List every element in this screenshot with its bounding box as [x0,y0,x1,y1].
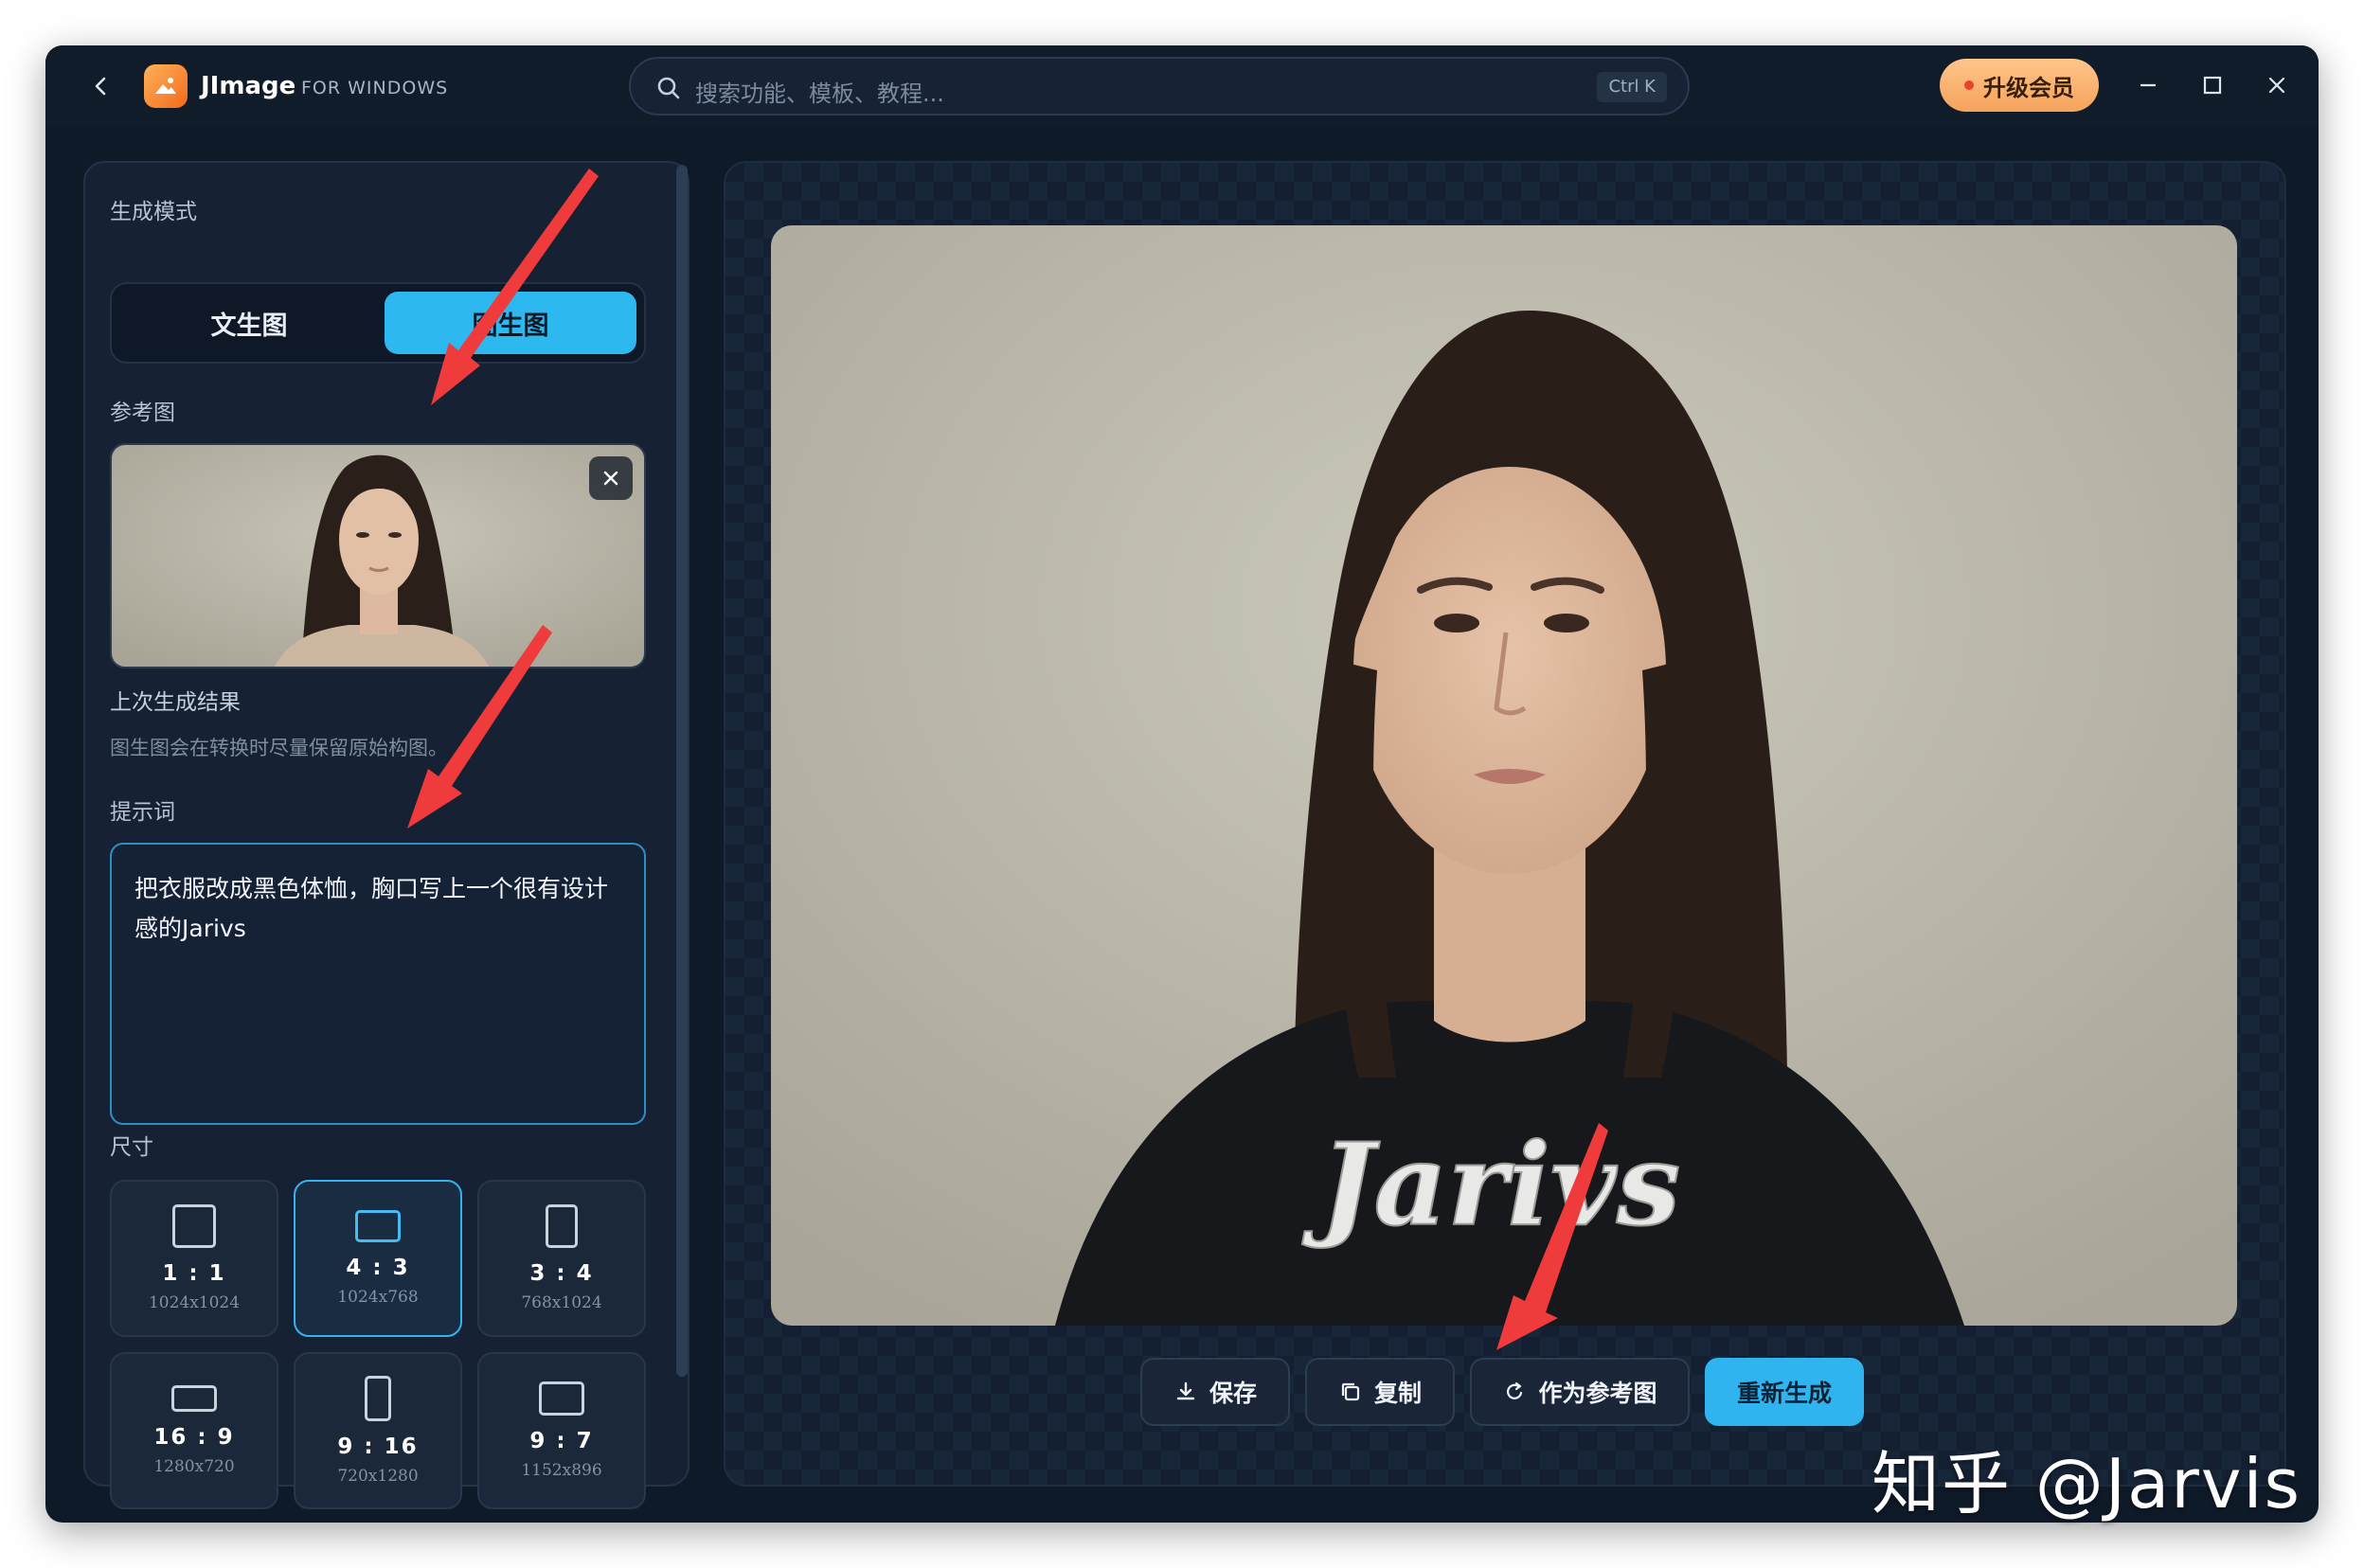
watermark: 知乎 @Jarvis [1872,1444,2301,1523]
size-ratio: 4 : 3 [346,1256,410,1280]
left-panel-scrollbar[interactable] [676,165,688,1377]
prompt-textarea[interactable]: 把衣服改成黑色体恤，胸口写上一个很有设计感的Jarivs [110,843,646,1125]
result-actions: 保存 复制 作为参考图 重新生成 [725,1358,2288,1426]
search-icon [657,77,680,99]
use-as-reference-button[interactable]: 作为参考图 [1470,1358,1690,1426]
copy-label: 复制 [1373,1380,1422,1407]
generated-photo: Jarivs [771,225,2237,1326]
prompt-section-label: 提示词 [110,800,175,825]
size-ratio: 9 : 16 [337,1434,419,1459]
close-icon [603,471,618,486]
regenerate-button[interactable]: 重新生成 [1705,1358,1864,1426]
use-as-reference-label: 作为参考图 [1538,1380,1657,1407]
hint-text: 图生图会在转换时尽量保留原始构图。 [110,737,448,759]
tall-portrait-icon [365,1376,391,1421]
search-bar[interactable]: 搜索功能、模板、教程... Ctrl K [629,57,1690,116]
mode-image-to-image-tab[interactable]: 图生图 [385,292,636,354]
size-resolution: 1024x1024 [148,1293,241,1312]
size-resolution: 720x1280 [337,1467,419,1486]
size-option-3-4[interactable]: 3 : 4 768x1024 [477,1180,646,1337]
size-resolution: 1024x768 [337,1288,419,1307]
mode-text-to-image-tab[interactable]: 文生图 [121,292,377,354]
size-option-9-7[interactable]: 9 : 7 1152x896 [477,1352,646,1509]
reference-photo [112,445,644,667]
save-label: 保存 [1209,1380,1257,1407]
widescreen-icon [171,1385,217,1412]
app-logo [144,64,188,108]
prompt-value: 把衣服改成黑色体恤，胸口写上一个很有设计感的Jarivs [134,875,609,942]
maximize-icon [2203,76,2222,95]
copy-icon [1341,1382,1360,1401]
app-subtitle: FOR WINDOWS [301,78,449,98]
result-canvas: Jarivs 保存 复制 作为参考图 重新生成 [724,161,2286,1487]
redo-icon [1507,1381,1523,1399]
size-resolution: 768x1024 [521,1293,602,1312]
size-ratio: 9 : 7 [529,1429,594,1453]
search-placeholder: 搜索功能、模板、教程... [695,80,944,107]
size-resolution: 1152x896 [521,1461,602,1480]
mode-section-label: 生成模式 [110,200,197,224]
size-section-label: 尺寸 [110,1135,153,1160]
size-option-1-1[interactable]: 1 : 1 1024x1024 [110,1180,278,1337]
generated-image[interactable]: Jarivs [771,225,2237,1326]
reference-image[interactable] [110,443,646,668]
settings-panel: 生成模式 文生图 图生图 参考图 上次生成结果 图生图会在转换时尽量保留原始构图… [83,161,690,1509]
upgrade-dot-icon [1964,80,1974,90]
last-result-label: 上次生成结果 [110,690,241,715]
download-icon [1176,1381,1195,1400]
mode-toggle: 文生图 图生图 [110,282,646,364]
minimize-button[interactable] [2129,66,2167,104]
minimize-icon [2140,83,2156,87]
size-option-9-16[interactable]: 9 : 16 720x1280 [294,1352,462,1509]
regenerate-label: 重新生成 [1736,1380,1832,1407]
search-shortcut-badge: Ctrl K [1597,72,1667,102]
remove-reference-button[interactable] [589,456,633,500]
landscape-icon [355,1210,401,1242]
close-window-button[interactable] [2258,66,2296,104]
size-resolution: 1280x720 [153,1457,235,1476]
size-ratio: 1 : 1 [162,1261,226,1286]
portrait-icon [546,1204,578,1248]
reference-section-label: 参考图 [110,401,175,425]
back-button[interactable] [83,68,119,104]
close-icon [2268,77,2285,94]
scrollbar-thumb[interactable] [676,165,688,1377]
chevron-left-icon [95,77,106,96]
size-option-16-9[interactable]: 16 : 9 1280x720 [110,1352,278,1509]
maximize-button[interactable] [2194,66,2231,104]
copy-button[interactable]: 复制 [1305,1358,1455,1426]
title-bar: JImage FOR WINDOWS 搜索功能、模板、教程... Ctrl K … [45,45,2319,127]
square-icon [172,1204,216,1248]
save-button[interactable]: 保存 [1140,1358,1290,1426]
upgrade-button[interactable]: 升级会员 [1940,59,2099,112]
app-name: JImage [201,72,296,100]
app-window: JImage FOR WINDOWS 搜索功能、模板、教程... Ctrl K … [45,45,2319,1523]
upgrade-label: 升级会员 [1983,74,2074,101]
size-option-4-3[interactable]: 4 : 3 1024x768 [294,1180,462,1337]
image-icon [155,78,176,94]
size-ratio: 16 : 9 [153,1425,235,1450]
size-ratio: 3 : 4 [529,1261,594,1286]
landscape-icon [539,1381,584,1416]
shirt-print-text: Jarivs [1302,1118,1681,1252]
